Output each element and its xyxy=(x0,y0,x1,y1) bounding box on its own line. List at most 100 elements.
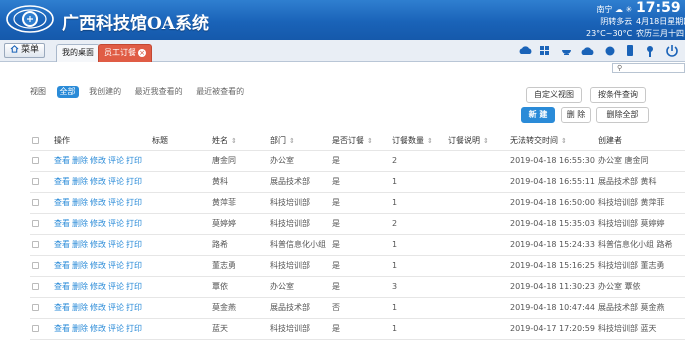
row-action-edit-link[interactable]: 修改 xyxy=(90,240,106,249)
cell-dept: 展品技术部 xyxy=(268,297,330,319)
row-action-view-link[interactable]: 查看 xyxy=(54,282,70,291)
row-action-delete-link[interactable]: 删除 xyxy=(72,240,88,249)
close-icon[interactable]: × xyxy=(138,49,146,57)
cell-note xyxy=(446,171,508,193)
filter-recently-viewed-by-me[interactable]: 最近我查看的 xyxy=(132,86,186,98)
row-action-view-link[interactable]: 查看 xyxy=(54,261,70,270)
row-action-print-link[interactable]: 打印 xyxy=(126,261,142,270)
cell-dept: 科普信息化小组 xyxy=(268,234,330,256)
delete-button[interactable]: 删 除 xyxy=(561,107,591,123)
row-checkbox[interactable] xyxy=(32,178,39,185)
row-action-comment-link[interactable]: 评论 xyxy=(108,156,124,165)
tab-my-desktop[interactable]: 我的桌面 xyxy=(56,44,100,62)
filter-recently-viewed[interactable]: 最近被查看的 xyxy=(193,86,247,98)
row-action-delete-link[interactable]: 删除 xyxy=(72,219,88,228)
row-action-comment-link[interactable]: 评论 xyxy=(108,240,124,249)
table-row[interactable]: 查看 删除 修改 评论 打印 黄萍菲 科技培训部是 1 2019-04-18 16:50:00 科… xyxy=(30,192,685,214)
table-row[interactable]: 查看 删除 修改 评论 打印 蓝天 科技培训部是 1 2019-04-17 17:20:59 科技… xyxy=(30,318,685,340)
row-action-print-link[interactable]: 打印 xyxy=(126,156,142,165)
row-checkbox[interactable] xyxy=(32,325,39,332)
row-checkbox[interactable] xyxy=(32,199,39,206)
row-action-view-link[interactable]: 查看 xyxy=(54,303,70,312)
cell-title xyxy=(150,297,210,319)
row-action-view-link[interactable]: 查看 xyxy=(54,219,70,228)
row-action-view-link[interactable]: 查看 xyxy=(54,324,70,333)
row-action-delete-link[interactable]: 删除 xyxy=(72,156,88,165)
col-header-creator[interactable]: 创建者 xyxy=(596,132,685,151)
cell-order: 是 xyxy=(330,171,390,193)
row-checkbox[interactable] xyxy=(32,157,39,164)
row-checkbox[interactable] xyxy=(32,220,39,227)
row-action-edit-link[interactable]: 修改 xyxy=(90,156,106,165)
col-header-qty[interactable]: 订餐数量 ⇕ xyxy=(390,132,446,151)
table-row[interactable]: 查看 删除 修改 评论 打印 黄科 展品技术部是 1 2019-04-18 16:55:11 展品… xyxy=(30,171,685,193)
select-all-checkbox[interactable] xyxy=(32,137,39,145)
table-row[interactable]: 查看 删除 修改 评论 打印 董志勇 科技培训部是 1 2019-04-18 15:16:25 科… xyxy=(30,255,685,277)
filter-created-by-me[interactable]: 我创建的 xyxy=(86,86,124,98)
row-action-edit-link[interactable]: 修改 xyxy=(90,303,106,312)
row-action-comment-link[interactable]: 评论 xyxy=(108,219,124,228)
row-action-delete-link[interactable]: 删除 xyxy=(72,303,88,312)
cell-note xyxy=(446,297,508,319)
row-action-edit-link[interactable]: 修改 xyxy=(90,261,106,270)
row-action-comment-link[interactable]: 评论 xyxy=(108,303,124,312)
table-row[interactable]: 查看 删除 修改 评论 打印 路希 科普信息化小组是 1 2019-04-18 15:24:33… xyxy=(30,234,685,256)
row-action-view-link[interactable]: 查看 xyxy=(54,177,70,186)
row-action-delete-link[interactable]: 删除 xyxy=(72,282,88,291)
row-action-print-link[interactable]: 打印 xyxy=(126,198,142,207)
table-row[interactable]: 查看 删除 修改 评论 打印 莫金燕 展品技术部否 1 2019-04-18 10:47:44 展… xyxy=(30,297,685,319)
row-action-delete-link[interactable]: 删除 xyxy=(72,324,88,333)
row-action-print-link[interactable]: 打印 xyxy=(126,240,142,249)
search-input[interactable]: ⚲ xyxy=(612,63,685,73)
row-checkbox[interactable] xyxy=(32,262,39,269)
row-action-comment-link[interactable]: 评论 xyxy=(108,324,124,333)
row-checkbox[interactable] xyxy=(32,241,39,248)
row-action-delete-link[interactable]: 删除 xyxy=(72,261,88,270)
row-action-edit-link[interactable]: 修改 xyxy=(90,282,106,291)
table-row[interactable]: 查看 删除 修改 评论 打印 覃依 办公室是 3 2019-04-18 11:30:23 办公室 … xyxy=(30,276,685,298)
col-header-label: 订餐说明 xyxy=(448,136,480,146)
col-header-note[interactable]: 订餐说明 ⇕ xyxy=(446,132,508,151)
row-action-print-link[interactable]: 打印 xyxy=(126,303,142,312)
row-action-delete-link[interactable]: 删除 xyxy=(72,198,88,207)
row-action-comment-link[interactable]: 评论 xyxy=(108,261,124,270)
sun-icon: ✳ xyxy=(625,5,633,14)
row-action-print-link[interactable]: 打印 xyxy=(126,219,142,228)
gear-icon xyxy=(605,46,615,56)
filter-all[interactable]: 全部 xyxy=(56,86,79,98)
table-row[interactable]: 查看 删除 修改 评论 打印 莫婷婷 科技培训部是 2 2019-04-18 15:35:03 科… xyxy=(30,213,685,235)
row-action-print-link[interactable]: 打印 xyxy=(126,282,142,291)
row-action-print-link[interactable]: 打印 xyxy=(126,324,142,333)
col-header-dept[interactable]: 部门 ⇕ xyxy=(268,132,330,151)
row-action-edit-link[interactable]: 修改 xyxy=(90,324,106,333)
cell-name: 蓝天 xyxy=(210,318,268,340)
row-checkbox[interactable] xyxy=(32,304,39,311)
row-action-comment-link[interactable]: 评论 xyxy=(108,198,124,207)
row-action-edit-link[interactable]: 修改 xyxy=(90,219,106,228)
row-action-comment-link[interactable]: 评论 xyxy=(108,177,124,186)
row-action-view-link[interactable]: 查看 xyxy=(54,240,70,249)
row-action-delete-link[interactable]: 删除 xyxy=(72,177,88,186)
clock-lunar: 农历三月十四 xyxy=(636,29,684,38)
table-row[interactable]: 查看 删除 修改 评论 打印 唐金同 办公室是 2 2019-04-18 16:55:30 办公室… xyxy=(30,150,685,172)
row-action-view-link[interactable]: 查看 xyxy=(54,198,70,207)
clock-widget: 17:59 4月18日星期四 农历三月十四 xyxy=(636,1,685,40)
col-header-time[interactable]: 无法转交时间 ⇕ xyxy=(508,132,596,151)
row-action-print-link[interactable]: 打印 xyxy=(126,177,142,186)
col-header-name[interactable]: 姓名 ⇕ xyxy=(210,132,268,151)
delete-all-button[interactable]: 删除全部 xyxy=(596,107,649,123)
condition-query-button[interactable]: 按条件查询 xyxy=(590,87,646,103)
menu-button[interactable]: 菜单 xyxy=(4,43,46,58)
tab-staff-meal[interactable]: 员工订餐 × xyxy=(98,44,152,62)
col-header-order[interactable]: 是否订餐 ⇕ xyxy=(330,132,390,151)
weather-widget: 南宁 ☁ ✳ 阴转多云 23°C~30°C xyxy=(586,4,632,40)
row-action-view-link[interactable]: 查看 xyxy=(54,156,70,165)
row-action-edit-link[interactable]: 修改 xyxy=(90,198,106,207)
new-button[interactable]: 新 建 xyxy=(521,107,555,123)
row-action-comment-link[interactable]: 评论 xyxy=(108,282,124,291)
row-checkbox[interactable] xyxy=(32,283,39,290)
col-header-title[interactable]: 标题 xyxy=(150,132,210,151)
custom-view-button[interactable]: 自定义视图 xyxy=(526,87,582,103)
cell-dept: 科技培训部 xyxy=(268,213,330,235)
row-action-edit-link[interactable]: 修改 xyxy=(90,177,106,186)
